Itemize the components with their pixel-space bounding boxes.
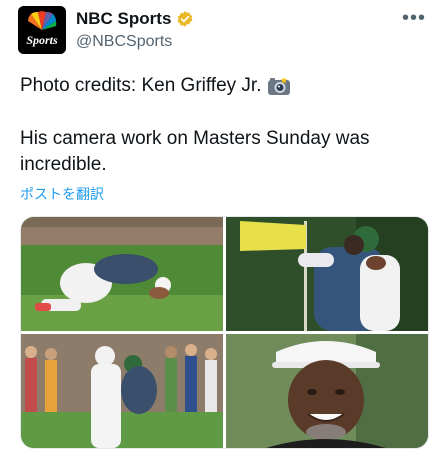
photo-3[interactable] bbox=[21, 334, 223, 448]
photo-4[interactable] bbox=[226, 334, 428, 448]
handle[interactable]: @NBCSports bbox=[76, 33, 172, 51]
avatar[interactable]: Sports bbox=[18, 6, 66, 54]
display-name[interactable]: NBC Sports bbox=[76, 9, 171, 29]
tweet-text-body: His camera work on Masters Sunday was in… bbox=[20, 128, 370, 175]
svg-text:Sports: Sports bbox=[26, 33, 58, 47]
nbc-peacock-logo-icon: Sports bbox=[18, 6, 66, 54]
photo-kneeling-golfer bbox=[21, 217, 223, 331]
photo-grid bbox=[20, 216, 429, 449]
tweet-credits-text: Photo credits: Ken Griffey Jr. bbox=[20, 75, 262, 96]
tweet-header: Sports NBC Sports @NBCSports ••• bbox=[18, 6, 428, 58]
photo-2[interactable] bbox=[226, 217, 428, 331]
name-row: NBC Sports bbox=[76, 9, 194, 29]
translate-link[interactable]: ポストを翻訳 bbox=[20, 184, 104, 204]
photo-smiling-portrait bbox=[226, 334, 428, 448]
camera-icon bbox=[268, 77, 291, 95]
tweet-text-line1: Photo credits: Ken Griffey Jr. bbox=[20, 74, 291, 98]
photo-embrace-flag bbox=[226, 217, 428, 331]
more-options-icon[interactable]: ••• bbox=[402, 8, 426, 28]
verified-badge-icon bbox=[178, 11, 193, 27]
photo-golfer-crowd bbox=[21, 334, 223, 448]
photo-1[interactable] bbox=[21, 217, 223, 331]
